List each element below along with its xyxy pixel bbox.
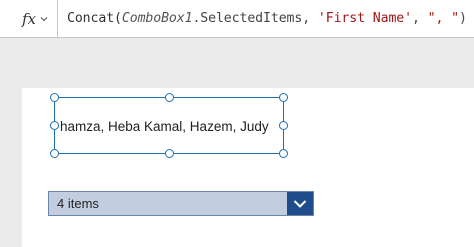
chevron-down-icon [293, 199, 307, 208]
resize-handle-bottom-left[interactable] [50, 149, 59, 158]
property-function-selector[interactable]: fx [0, 0, 58, 38]
resize-handle-bottom-right[interactable] [279, 149, 288, 158]
formula-string-1: 'First Name' [317, 11, 412, 26]
chevron-down-icon [40, 16, 48, 21]
fx-label: fx [22, 9, 37, 28]
label-control[interactable]: hamza, Heba Kamal, Hazem, Judy [50, 93, 288, 158]
app-canvas[interactable]: hamza, Heba Kamal, Hazem, Judy 4 items [22, 88, 474, 247]
formula-function: Concat( [67, 11, 122, 26]
label-text: hamza, Heba Kamal, Hazem, Judy [60, 119, 269, 134]
formula-bar: fx Concat(ComboBox1.SelectedItems, 'Firs… [0, 0, 474, 38]
combo-dropdown-button[interactable] [287, 192, 313, 215]
formula-close-paren: ) [459, 11, 467, 26]
formula-string-2: ", " [427, 11, 460, 26]
formula-property-ref: .SelectedItems, [192, 11, 318, 26]
resize-handle-left[interactable] [50, 121, 59, 130]
combo-box[interactable]: 4 items [48, 191, 314, 216]
resize-handle-right[interactable] [279, 121, 288, 130]
resize-handle-top-left[interactable] [50, 93, 59, 102]
formula-control-ref: ComboBox1 [121, 11, 193, 26]
formula-input[interactable]: Concat(ComboBox1.SelectedItems, 'First N… [58, 11, 467, 26]
resize-handle-top[interactable] [165, 93, 174, 102]
formula-separator: , [411, 11, 428, 26]
resize-handle-bottom[interactable] [165, 149, 174, 158]
combo-selected-value[interactable]: 4 items [49, 192, 287, 215]
resize-handle-top-right[interactable] [279, 93, 288, 102]
